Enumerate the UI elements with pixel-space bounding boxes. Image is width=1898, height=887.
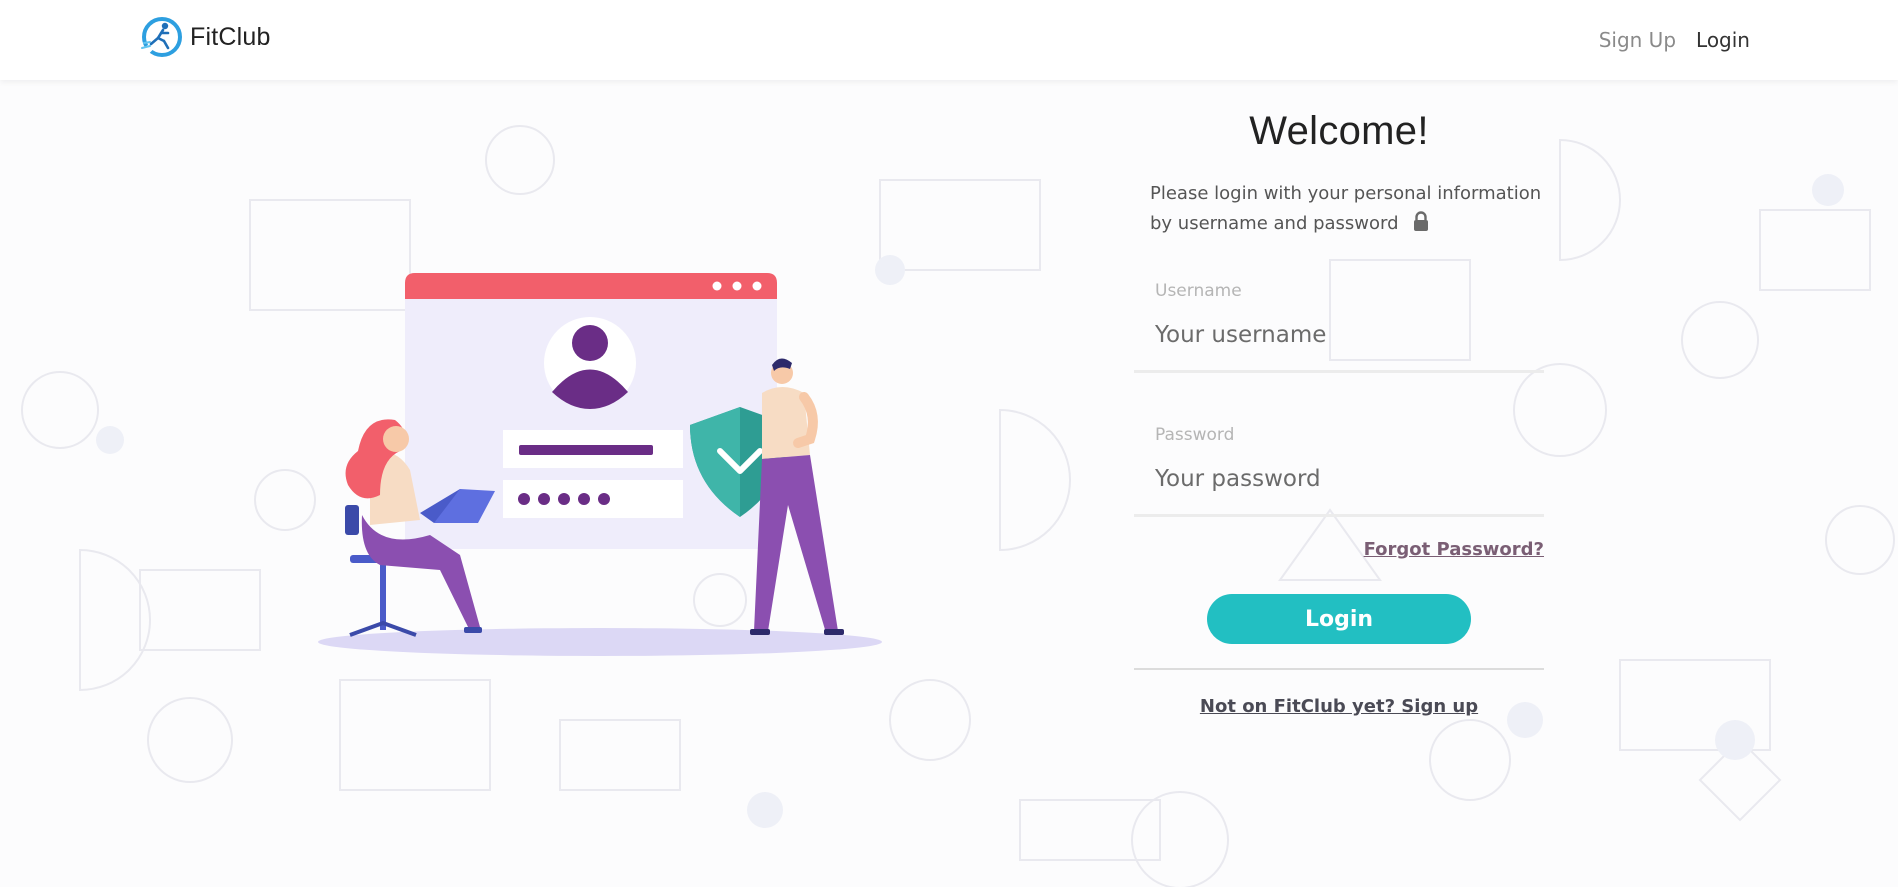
password-field: Password (1134, 425, 1544, 517)
fitclub-runner-logo-icon (141, 17, 182, 57)
instructions-line-1: Please login with your personal informat… (1150, 183, 1542, 204)
brand[interactable]: FitClub (138, 14, 271, 60)
avatar-icon (544, 317, 636, 409)
login-instructions: Please login with your personal informat… (1150, 179, 1550, 239)
username-input[interactable] (1134, 311, 1544, 359)
background-pattern (21, 125, 1895, 887)
instructions-line-2: by username and password (1150, 213, 1399, 234)
username-label: Username (1155, 281, 1242, 301)
username-field: Username (1134, 281, 1544, 373)
login-panel: Welcome! Please login with your personal… (1134, 100, 1544, 717)
forgot-password-link[interactable]: Forgot Password? (1364, 539, 1544, 560)
nav-login-link[interactable]: Login (1696, 28, 1750, 52)
man-with-shield (750, 358, 844, 635)
nav-links: Sign Up Login (1599, 28, 1750, 52)
lock-icon (1414, 211, 1429, 231)
login-button[interactable]: Login (1207, 594, 1471, 644)
password-input[interactable] (1134, 455, 1544, 503)
nav-signup-link[interactable]: Sign Up (1599, 28, 1676, 52)
password-label: Password (1155, 425, 1235, 445)
signup-link[interactable]: Not on FitClub yet? Sign up (1200, 696, 1478, 717)
login-illustration (318, 273, 882, 656)
forgot-row: Forgot Password? (1134, 539, 1544, 560)
page-title: Welcome! (1249, 109, 1429, 153)
brand-name: FitClub (190, 22, 271, 51)
divider (1134, 668, 1544, 670)
top-navbar: FitClub Sign Up Login (0, 0, 1898, 80)
signup-row: Not on FitClub yet? Sign up (1134, 696, 1544, 717)
